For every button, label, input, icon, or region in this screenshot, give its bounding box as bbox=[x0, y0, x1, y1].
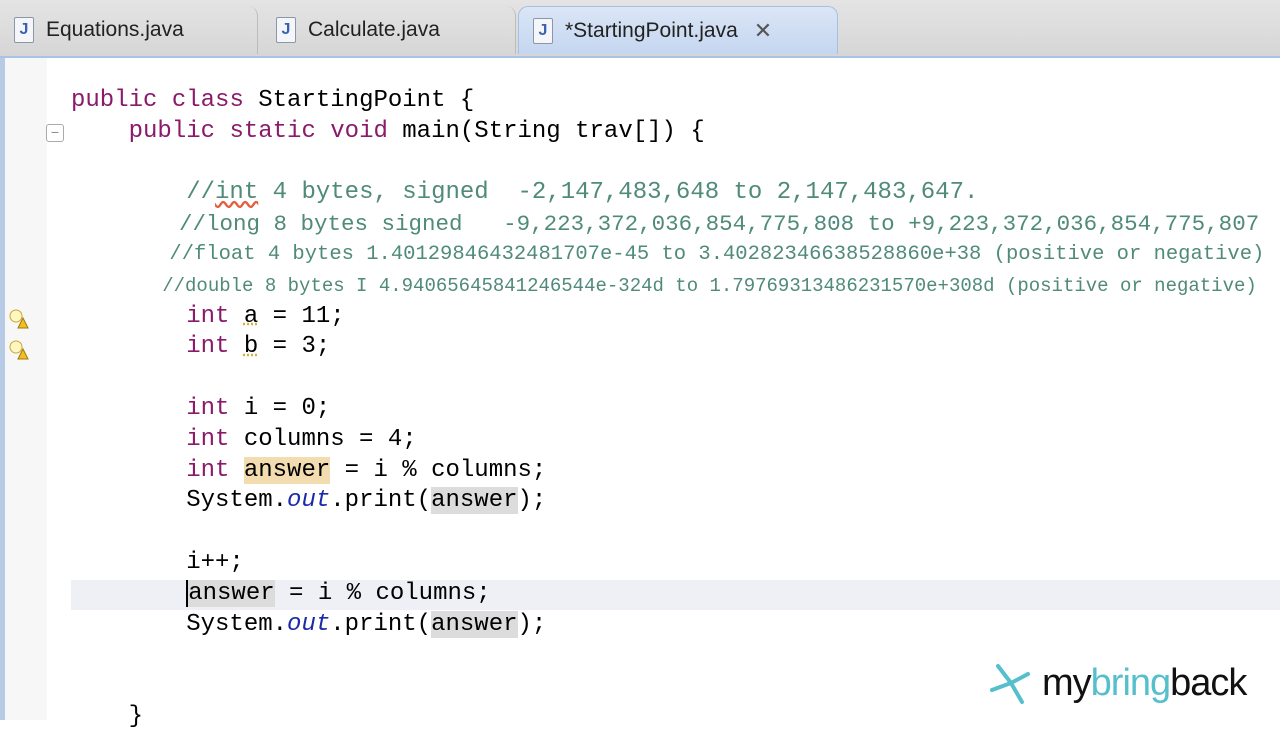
code-token: System. bbox=[71, 487, 288, 515]
java-file-icon: J bbox=[14, 17, 34, 43]
code-token: = i % columns; bbox=[330, 456, 547, 484]
code-token: int bbox=[186, 456, 230, 484]
code-token: columns = 4; bbox=[229, 425, 417, 453]
code-token: answer bbox=[431, 610, 518, 638]
close-tab-icon[interactable]: ✕ bbox=[754, 18, 772, 44]
code-token: System. bbox=[71, 610, 288, 638]
code-token: int bbox=[186, 333, 230, 361]
code-line[interactable]: System.out.print(answer); bbox=[71, 486, 1280, 517]
code-token: main(String trav[]) { bbox=[387, 117, 705, 145]
code-line[interactable]: System.out.print(answer); bbox=[71, 610, 1280, 641]
code-token: out bbox=[287, 610, 331, 638]
code-token: answer bbox=[186, 579, 275, 607]
code-line[interactable] bbox=[71, 363, 1280, 394]
code-token: public bbox=[128, 117, 216, 145]
code-token: i++; bbox=[71, 548, 244, 576]
code-text[interactable]: public class StartingPoint { public stat… bbox=[71, 86, 1280, 733]
code-token: out bbox=[287, 487, 331, 515]
code-token: = 3; bbox=[258, 333, 331, 361]
code-token: class bbox=[171, 87, 244, 114]
code-token: //double 8 bytes I 4.94065645841246544e-… bbox=[71, 274, 1257, 297]
fold-collapse-icon[interactable]: − bbox=[46, 124, 64, 142]
code-token: answer bbox=[431, 487, 518, 515]
logo-text-bring: bring bbox=[1090, 661, 1171, 704]
code-token: answer bbox=[243, 456, 331, 484]
code-token: } bbox=[71, 702, 144, 730]
code-token: StartingPoint { bbox=[243, 87, 475, 114]
logo-text-back: back bbox=[1170, 661, 1247, 704]
tab-label: Calculate.java bbox=[308, 18, 440, 41]
code-line[interactable]: public static void main(String trav[]) { bbox=[71, 117, 1280, 148]
annotation-ruler bbox=[5, 58, 47, 720]
mybringback-logo-icon bbox=[990, 664, 1030, 704]
code-token: ); bbox=[517, 487, 547, 515]
code-line[interactable]: i++; bbox=[71, 548, 1280, 579]
tab-equations[interactable]: J Equations.java bbox=[0, 6, 258, 54]
java-file-icon: J bbox=[276, 17, 296, 43]
java-file-warning-icon: J bbox=[533, 17, 553, 44]
code-line[interactable]: public class StartingPoint { bbox=[71, 86, 1280, 117]
code-token: int bbox=[186, 302, 230, 330]
code-token: // bbox=[71, 179, 216, 207]
code-line[interactable]: //long 8 bytes signed -9,223,372,036,854… bbox=[71, 209, 1280, 240]
code-line[interactable]: int a = 11; bbox=[71, 302, 1280, 333]
code-token: a bbox=[243, 302, 259, 330]
code-line[interactable]: int i = 0; bbox=[71, 394, 1280, 425]
code-line[interactable]: answer = i % columns; bbox=[71, 579, 1280, 610]
code-token: static bbox=[229, 117, 316, 145]
tab-startingpoint[interactable]: J *StartingPoint.java ✕ bbox=[518, 6, 838, 54]
code-line[interactable]: //double 8 bytes I 4.94065645841246544e-… bbox=[71, 271, 1280, 302]
code-token: .print( bbox=[330, 487, 432, 515]
code-token: b bbox=[243, 333, 259, 361]
warning-lightbulb-icon[interactable] bbox=[8, 339, 30, 361]
code-token: int bbox=[186, 394, 230, 422]
logo-text-my: my bbox=[1042, 661, 1092, 704]
code-line[interactable]: int b = 3; bbox=[71, 332, 1280, 363]
code-editor[interactable]: − public class StartingPoint { public st… bbox=[0, 58, 1280, 730]
editor-tab-bar: J Equations.java J Calculate.java J *Sta… bbox=[0, 0, 1280, 58]
code-line[interactable]: int columns = 4; bbox=[71, 425, 1280, 456]
code-line[interactable] bbox=[71, 148, 1280, 179]
code-line[interactable]: } bbox=[71, 702, 1280, 733]
code-token: i = 0; bbox=[229, 394, 331, 422]
code-token: //long 8 bytes signed -9,223,372,036,854… bbox=[71, 211, 1260, 238]
code-token: ); bbox=[517, 610, 547, 638]
code-token: int bbox=[215, 179, 259, 207]
code-token: //float 4 bytes 1.40129846432481707e-45 … bbox=[71, 242, 1265, 266]
tab-label: *StartingPoint.java bbox=[565, 18, 738, 42]
code-token: = 11; bbox=[258, 302, 345, 330]
code-line[interactable]: //float 4 bytes 1.40129846432481707e-45 … bbox=[71, 240, 1280, 271]
tab-calculate[interactable]: J Calculate.java bbox=[262, 6, 516, 54]
code-token: public bbox=[71, 87, 158, 114]
code-line[interactable]: //int 4 bytes, signed -2,147,483,648 to … bbox=[71, 178, 1280, 209]
warning-lightbulb-icon[interactable] bbox=[8, 308, 30, 330]
code-token: = i % columns; bbox=[274, 579, 491, 607]
mybringback-watermark: mybringback bbox=[988, 660, 1247, 706]
tab-label: Equations.java bbox=[46, 18, 184, 41]
code-token: 4 bytes, signed -2,147,483,648 to 2,147,… bbox=[258, 179, 979, 207]
code-line[interactable]: int answer = i % columns; bbox=[71, 456, 1280, 487]
code-token: int bbox=[186, 425, 230, 453]
code-token: .print( bbox=[330, 610, 432, 638]
code-line[interactable] bbox=[71, 517, 1280, 548]
code-token: void bbox=[330, 117, 388, 145]
